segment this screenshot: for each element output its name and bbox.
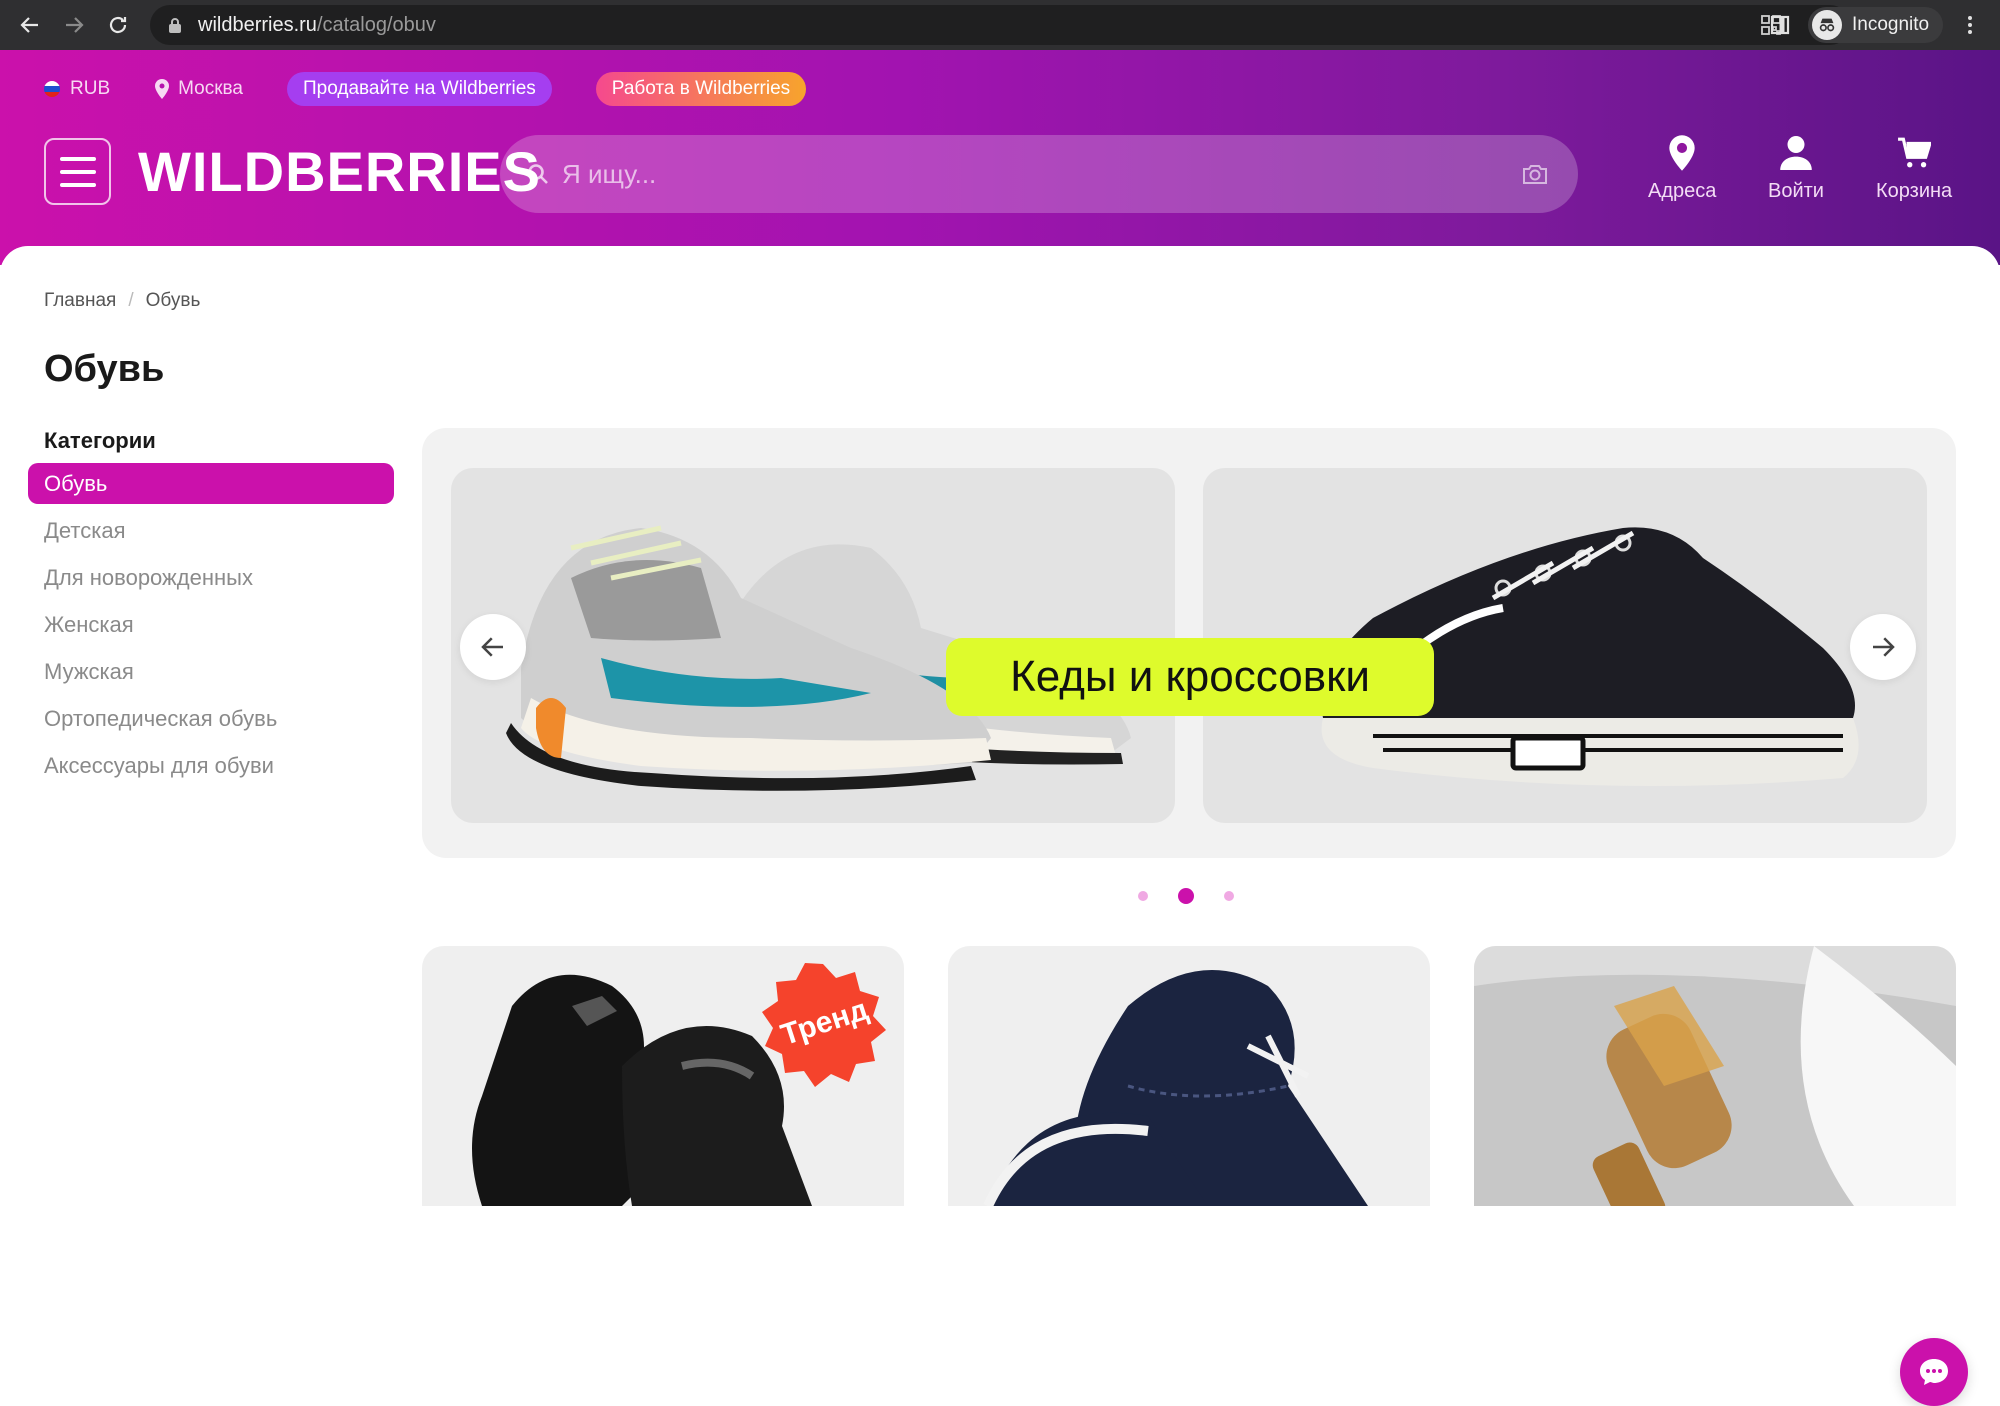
carousel-prev-button[interactable] [460, 614, 526, 680]
hamburger-icon [59, 156, 96, 161]
currency-selector[interactable]: RUB [44, 78, 110, 100]
sell-on-wildberries-link[interactable]: Продавайте на Wildberries [287, 72, 552, 106]
top-bar: RUB Москва Продавайте на Wildberries Раб… [44, 72, 850, 106]
work-at-wildberries-link[interactable]: Работа в Wildberries [595, 72, 807, 106]
boat-shoes-illustration [983, 970, 1368, 1206]
login-label: Войти [1768, 180, 1824, 202]
location-pin-icon [1669, 135, 1695, 171]
categories-title: Категории [44, 428, 156, 453]
incognito-label: Incognito [1852, 14, 1930, 35]
chat-icon [1920, 1359, 1948, 1385]
category-item-women[interactable]: Женская [28, 604, 394, 645]
carousel-pagination [1138, 888, 1234, 904]
incognito-icon [1812, 10, 1842, 40]
carousel-next-button[interactable] [1850, 614, 1916, 680]
camera-search-icon[interactable] [1520, 159, 1550, 189]
page-title: Обувь [44, 348, 165, 390]
browser-menu-icon[interactable] [1958, 13, 1982, 37]
category-card[interactable] [948, 946, 1430, 1206]
main-content: Главная / Обувь Обувь Категории Обувь Де… [0, 246, 2000, 1406]
site-header: RUB Москва Продавайте на Wildberries Раб… [0, 50, 2000, 265]
url-host: wildberries.ru [198, 13, 317, 36]
shoe-brush-illustration [1474, 946, 1956, 1206]
user-icon [1780, 136, 1812, 170]
lock-icon [169, 18, 181, 33]
addresses-button[interactable]: Адреса [1648, 134, 1716, 203]
login-button[interactable]: Войти [1768, 134, 1824, 203]
reload-icon[interactable] [96, 3, 140, 47]
banner-carousel[interactable]: Кеды и кроссовки [422, 428, 1956, 858]
browser-toolbar: wildberries.ru/catalog/obuv Incognito [0, 0, 2000, 50]
category-item-newborns[interactable]: Для новорожденных [28, 557, 394, 598]
site-logo[interactable]: WILDBERRIES [138, 142, 541, 202]
arrow-right-icon [1873, 637, 1895, 657]
category-item-kids[interactable]: Детская [28, 510, 394, 551]
cart-icon [1898, 137, 1932, 168]
category-item-shoes[interactable]: Обувь [28, 463, 394, 504]
url-path: /catalog/obuv [316, 13, 436, 36]
category-card[interactable]: Тренд [422, 946, 904, 1206]
incognito-badge[interactable]: Incognito [1808, 7, 1944, 43]
banner-label: Кеды и кроссовки [946, 638, 1434, 716]
search-input[interactable] [562, 158, 1462, 190]
address-bar[interactable]: wildberries.ru/catalog/obuv [150, 5, 1850, 45]
back-icon[interactable] [8, 3, 52, 47]
city-label: Москва [178, 78, 243, 99]
breadcrumb-home-link[interactable]: Главная [44, 290, 116, 312]
breadcrumb-separator: / [128, 290, 134, 311]
search-bar [500, 135, 1578, 213]
category-card[interactable] [1474, 946, 1956, 1206]
menu-button[interactable] [44, 138, 111, 205]
arrow-left-icon [481, 637, 503, 657]
carousel-dot[interactable] [1224, 891, 1234, 901]
addresses-label: Адреса [1648, 180, 1717, 202]
city-selector[interactable]: Москва [154, 78, 243, 100]
categories-list: Обувь Детская Для новорожденных Женская … [28, 463, 394, 792]
location-pin-icon [155, 79, 170, 99]
forward-icon[interactable] [52, 3, 96, 47]
cart-button[interactable]: Корзина [1876, 134, 1952, 203]
side-panel-icon[interactable] [1768, 13, 1792, 37]
currency-label: RUB [70, 78, 111, 99]
russian-flag-icon [44, 81, 60, 97]
chat-button[interactable] [1900, 1338, 1968, 1406]
search-icon [528, 164, 548, 184]
category-item-men[interactable]: Мужская [28, 651, 394, 692]
breadcrumb: Главная / Обувь [44, 290, 200, 312]
cart-label: Корзина [1876, 180, 1953, 202]
category-item-accessories[interactable]: Аксессуары для обуви [28, 745, 394, 786]
category-item-orthopedic[interactable]: Ортопедическая обувь [28, 698, 394, 739]
carousel-dot-active[interactable] [1178, 888, 1194, 904]
breadcrumb-current: Обувь [145, 290, 201, 311]
carousel-dot[interactable] [1138, 891, 1148, 901]
